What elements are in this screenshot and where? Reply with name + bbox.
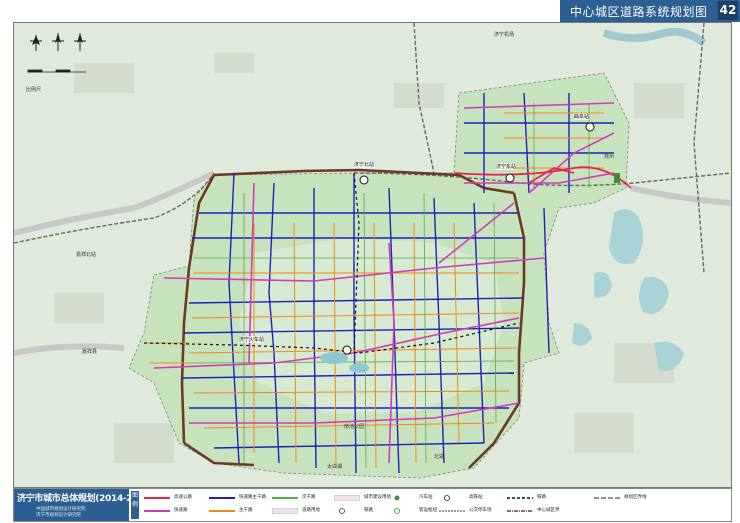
construction-land-symbol-icon (334, 495, 360, 501)
branch-road-symbol-icon (272, 497, 298, 499)
legend-tag: 图例 (131, 491, 139, 519)
station-label-jining-railway: 济宁火车站 (239, 336, 265, 343)
main-road-symbol-icon (209, 497, 235, 499)
map-sheet: 中心城区道路系统规划图 42 比例尺 济宁北站 济宁东站 济宁火车站 曲阜站 嘉… (0, 0, 740, 523)
rail-line-symbol-icon (507, 497, 533, 499)
plan-title: 济宁市城市总体规划(2014-2030年) (17, 494, 163, 504)
map-title: 中心城区道路系统规划图 (570, 5, 708, 19)
place-label: 北湖 (434, 454, 445, 460)
trunk-road-symbol-icon (209, 510, 235, 512)
railway-symbol-icon (339, 508, 345, 514)
figure-number: 42 (718, 1, 738, 20)
fast-road-symbol-icon (144, 510, 170, 512)
plan-title-block: 济宁市城市总体规划(2014-2030年) 中国城市规划设计研究院 济宁市规划设… (14, 489, 163, 521)
place-label: 太白湖 (327, 464, 343, 470)
bus-station-symbol-icon (394, 495, 400, 501)
bus-depot-symbol-icon (439, 510, 465, 512)
place-label: 济宁机场 (494, 32, 515, 38)
transport-hub-symbol-icon (394, 508, 400, 514)
place-label: 嘉祥北站 (76, 252, 97, 258)
core-area (239, 238, 504, 413)
city-boundary-symbol-icon (507, 510, 533, 512)
map-canvas (14, 23, 731, 487)
high-speed-rail-station-symbol-icon (444, 495, 450, 501)
expressway-symbol-icon (144, 497, 170, 499)
road-system-map[interactable]: 比例尺 济宁北站 济宁东站 济宁火车站 曲阜站 嘉祥北站 嘉祥县 兖州 南池公园… (13, 22, 732, 488)
place-label: 嘉祥县 (82, 349, 98, 355)
planning-boundary-symbol-icon (594, 497, 620, 499)
plan-organization: 济宁市规划设计研究院 (36, 513, 81, 518)
scale-label: 比例尺 (26, 87, 42, 93)
road-land-symbol-icon (272, 508, 298, 514)
place-label: 兖州 (604, 154, 615, 160)
station-label-jining-north: 济宁北站 (354, 161, 375, 168)
station-label-jining-east: 济宁东站 (496, 163, 517, 170)
station-label-qufu: 曲阜站 (574, 113, 590, 120)
legend-footer: 济宁市城市总体规划(2014-2030年) 中国城市规划设计研究院 济宁市规划设… (13, 488, 732, 522)
place-label: 南池公园 (344, 424, 365, 430)
map-header: 中心城区道路系统规划图 42 (560, 0, 740, 22)
